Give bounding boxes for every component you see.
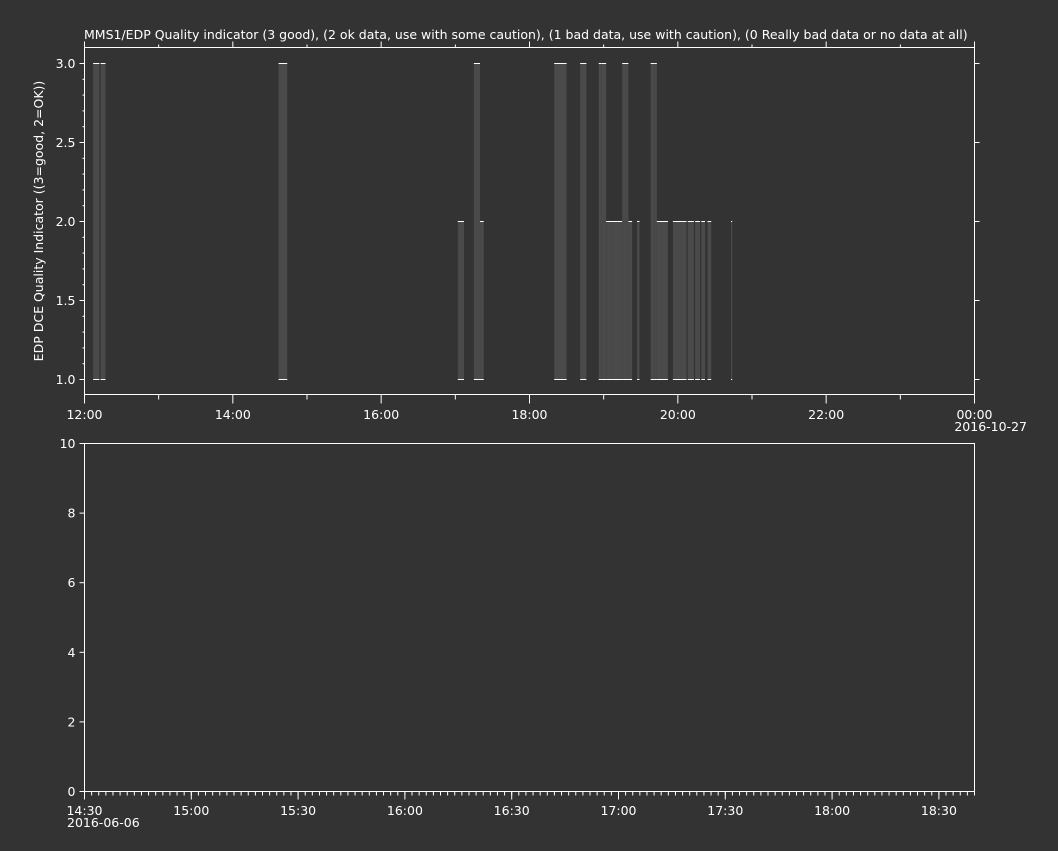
y-tick-label: 2.0 xyxy=(56,214,76,229)
quality-bar xyxy=(672,221,682,380)
x-date-label-bottom: 2016-06-06 xyxy=(67,815,140,830)
quality-bar xyxy=(701,221,706,380)
x-tick-label: 14:00 xyxy=(215,407,251,422)
x-tick-label: 16:30 xyxy=(494,803,530,818)
quality-bar xyxy=(650,63,655,380)
quality-bar-fill xyxy=(554,63,567,379)
y-tick-label: 1.5 xyxy=(56,293,76,308)
quality-bar xyxy=(622,63,629,380)
y-tick-label: 2.5 xyxy=(56,135,76,150)
quality-bar-fill xyxy=(598,63,602,379)
quality-bar-fill xyxy=(707,221,712,379)
quality-bar-fill xyxy=(93,63,100,379)
y-tick-label: 10 xyxy=(60,436,76,451)
quality-bar xyxy=(707,221,712,380)
quality-bar xyxy=(601,63,607,380)
x-tick-label: 20:00 xyxy=(660,407,696,422)
quality-bar-fill xyxy=(628,221,633,379)
quality-bar xyxy=(598,63,602,380)
x-tick-label: 22:00 xyxy=(808,407,844,422)
quality-bar xyxy=(480,221,484,380)
plot-frame-bottom xyxy=(84,443,975,792)
quality-bar xyxy=(628,221,633,380)
quality-bar xyxy=(654,63,657,380)
quality-bar xyxy=(695,221,701,380)
x-tick-label: 18:00 xyxy=(814,803,850,818)
quality-bar-fill xyxy=(656,221,668,379)
x-tick-label: 15:30 xyxy=(280,803,316,818)
quality-bar-fill xyxy=(473,63,481,379)
quality-bar xyxy=(730,221,733,380)
quality-bar-fill xyxy=(457,221,464,379)
quality-bar-fill xyxy=(278,63,288,379)
quality-bar-fill xyxy=(672,221,682,379)
quality-bar xyxy=(611,221,623,380)
y-tick-label: 2 xyxy=(68,714,76,729)
quality-bar xyxy=(681,221,687,380)
x-axis-ticks-top: 12:00 14:00 16:00 18:00 20:00 22:00 00:00 xyxy=(66,41,993,422)
x-tick-label: 18:30 xyxy=(921,803,957,818)
quality-bar-fill xyxy=(695,221,701,379)
quality-bars xyxy=(93,63,733,380)
x-tick-label: 17:00 xyxy=(600,803,636,818)
y-tick-label: 3.0 xyxy=(56,56,76,71)
x-axis-ticks-bottom: 14:30 15:00 15:30 16:00 16:30 17:00 17:30 18:00… xyxy=(66,791,975,818)
quality-bar-fill xyxy=(687,221,694,379)
y-tick-label: 1.0 xyxy=(56,372,76,387)
y-axis-ticks-top: 1.0 1.5 2.0 2.5 3.0 xyxy=(56,56,980,387)
quality-bar xyxy=(656,221,668,380)
quality-bar-fill xyxy=(100,63,106,379)
y-tick-label: 0 xyxy=(68,784,76,799)
quality-bar-fill xyxy=(580,63,587,379)
chart-title: MMS1/EDP Quality indicator (3 good), (2 … xyxy=(84,27,968,42)
quality-bar-fill xyxy=(601,63,607,379)
x-tick-label: 18:00 xyxy=(511,407,547,422)
x-tick-label: 16:00 xyxy=(387,803,423,818)
empty-plot-panel: 0246810 14:30 15:00 15:30 16:00 16:30 17:00 17… xyxy=(60,436,975,830)
chart-canvas: MMS1/EDP Quality indicator (3 good), (2 … xyxy=(31,27,1027,830)
plot-frame-top xyxy=(84,47,975,395)
quality-bar xyxy=(473,63,481,380)
quality-bar-fill xyxy=(611,221,623,379)
x-tick-label: 16:00 xyxy=(363,407,399,422)
quality-bar xyxy=(278,63,288,380)
quality-bar xyxy=(637,221,640,380)
y-axis-label: EDP DCE Quality Indicator ((3=good, 2=OK… xyxy=(31,81,46,362)
quality-bar-fill xyxy=(622,63,629,379)
quality-bar xyxy=(580,63,587,380)
quality-bar xyxy=(606,221,612,380)
quality-bar xyxy=(93,63,100,380)
quality-bar-fill xyxy=(701,221,706,379)
quality-bar xyxy=(457,221,464,380)
x-tick-label: 15:00 xyxy=(173,803,209,818)
quality-indicator-panel: MMS1/EDP Quality indicator (3 good), (2 … xyxy=(31,27,1027,434)
quality-bar-fill xyxy=(650,63,655,379)
quality-bar-fill xyxy=(681,221,687,379)
quality-bar xyxy=(100,63,106,380)
x-tick-label: 17:30 xyxy=(707,803,743,818)
quality-bar-fill xyxy=(480,221,484,379)
quality-bar xyxy=(687,221,694,380)
quality-bar-fill xyxy=(606,221,612,379)
quality-bar-fill xyxy=(654,63,657,379)
quality-bar-fill xyxy=(637,221,640,379)
y-axis-ticks-bottom: 0 2 4 6 8 10 xyxy=(60,436,85,799)
y-tick-label: 4 xyxy=(68,645,76,660)
y-tick-label: 8 xyxy=(68,506,76,521)
quality-bar xyxy=(554,63,567,380)
x-date-label-top: 2016-10-27 xyxy=(954,419,1027,434)
quality-bar-fill xyxy=(730,221,733,379)
x-tick-label: 12:00 xyxy=(66,407,102,422)
y-tick-label: 6 xyxy=(68,575,76,590)
